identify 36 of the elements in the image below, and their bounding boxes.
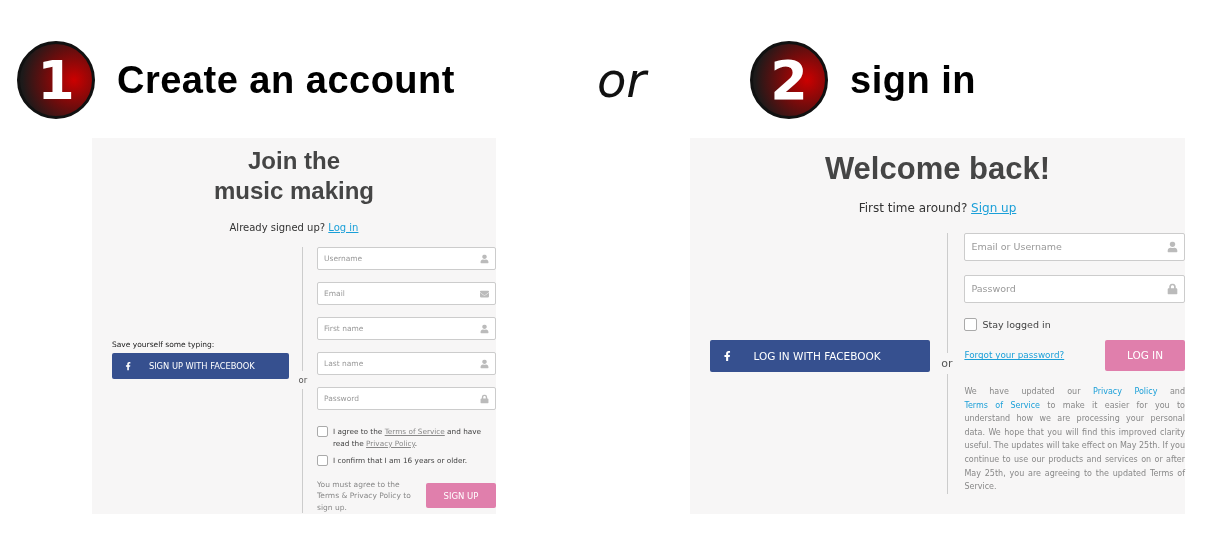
envelope-icon <box>480 289 489 298</box>
input-field[interactable]: Email or Username <box>964 232 1185 261</box>
signup-button[interactable]: SIGN UP <box>426 483 496 509</box>
signin-title: Welcome back! <box>824 150 1051 188</box>
user-icon <box>480 359 489 368</box>
facebook-login-button[interactable]: LOG IN WITH FACEBOOK <box>710 340 930 373</box>
checkbox[interactable] <box>317 455 328 467</box>
text-link[interactable]: Terms of Service <box>964 400 1040 410</box>
step-heading: sign in <box>850 58 976 102</box>
privacy-notice: We have updated our Privacy Policy and Terms of Service to make it easier for you to understand how we are processing your personal data. We hope that you will find this improved clarity useful. The updates will take effect on May 25th. If you continue to use our products and services on or after May 25th, you are agreeing to the updated Terms of Service. <box>964 385 1185 494</box>
forgot-password-link[interactable]: Forgot your password? <box>964 350 1065 361</box>
step-heading: Create an account <box>117 58 455 102</box>
input-field[interactable]: Password <box>964 274 1185 303</box>
text-link[interactable]: Privacy Policy <box>1092 386 1158 396</box>
signup-link[interactable]: Sign up <box>971 200 1017 215</box>
login-prompt: Already signed up? Log in <box>229 222 359 233</box>
signup-title: Join the music making <box>213 146 375 206</box>
checkbox[interactable] <box>964 317 978 331</box>
user-icon <box>1167 241 1178 253</box>
lock-icon <box>1167 283 1178 295</box>
user-icon <box>480 324 489 333</box>
step-badge: 2 <box>750 41 828 119</box>
checkbox[interactable] <box>317 426 328 437</box>
step-badge: 1 <box>17 41 95 119</box>
lock-icon <box>480 394 489 403</box>
login-button[interactable]: LOG IN <box>1105 339 1185 371</box>
user-icon <box>480 254 489 263</box>
or-text: or <box>298 373 308 387</box>
or-text: or <box>941 355 953 372</box>
login-link[interactable]: Log in <box>328 222 359 233</box>
signup-prompt: First time around? Sign up <box>858 200 1017 215</box>
facebook-signup-button[interactable]: SIGN UP WITH FACEBOOK <box>112 353 289 380</box>
checkbox-label: Stay logged in <box>982 317 1051 332</box>
facebook-icon <box>124 362 133 371</box>
separator-text: or <box>597 52 650 108</box>
facebook-icon <box>722 350 733 362</box>
